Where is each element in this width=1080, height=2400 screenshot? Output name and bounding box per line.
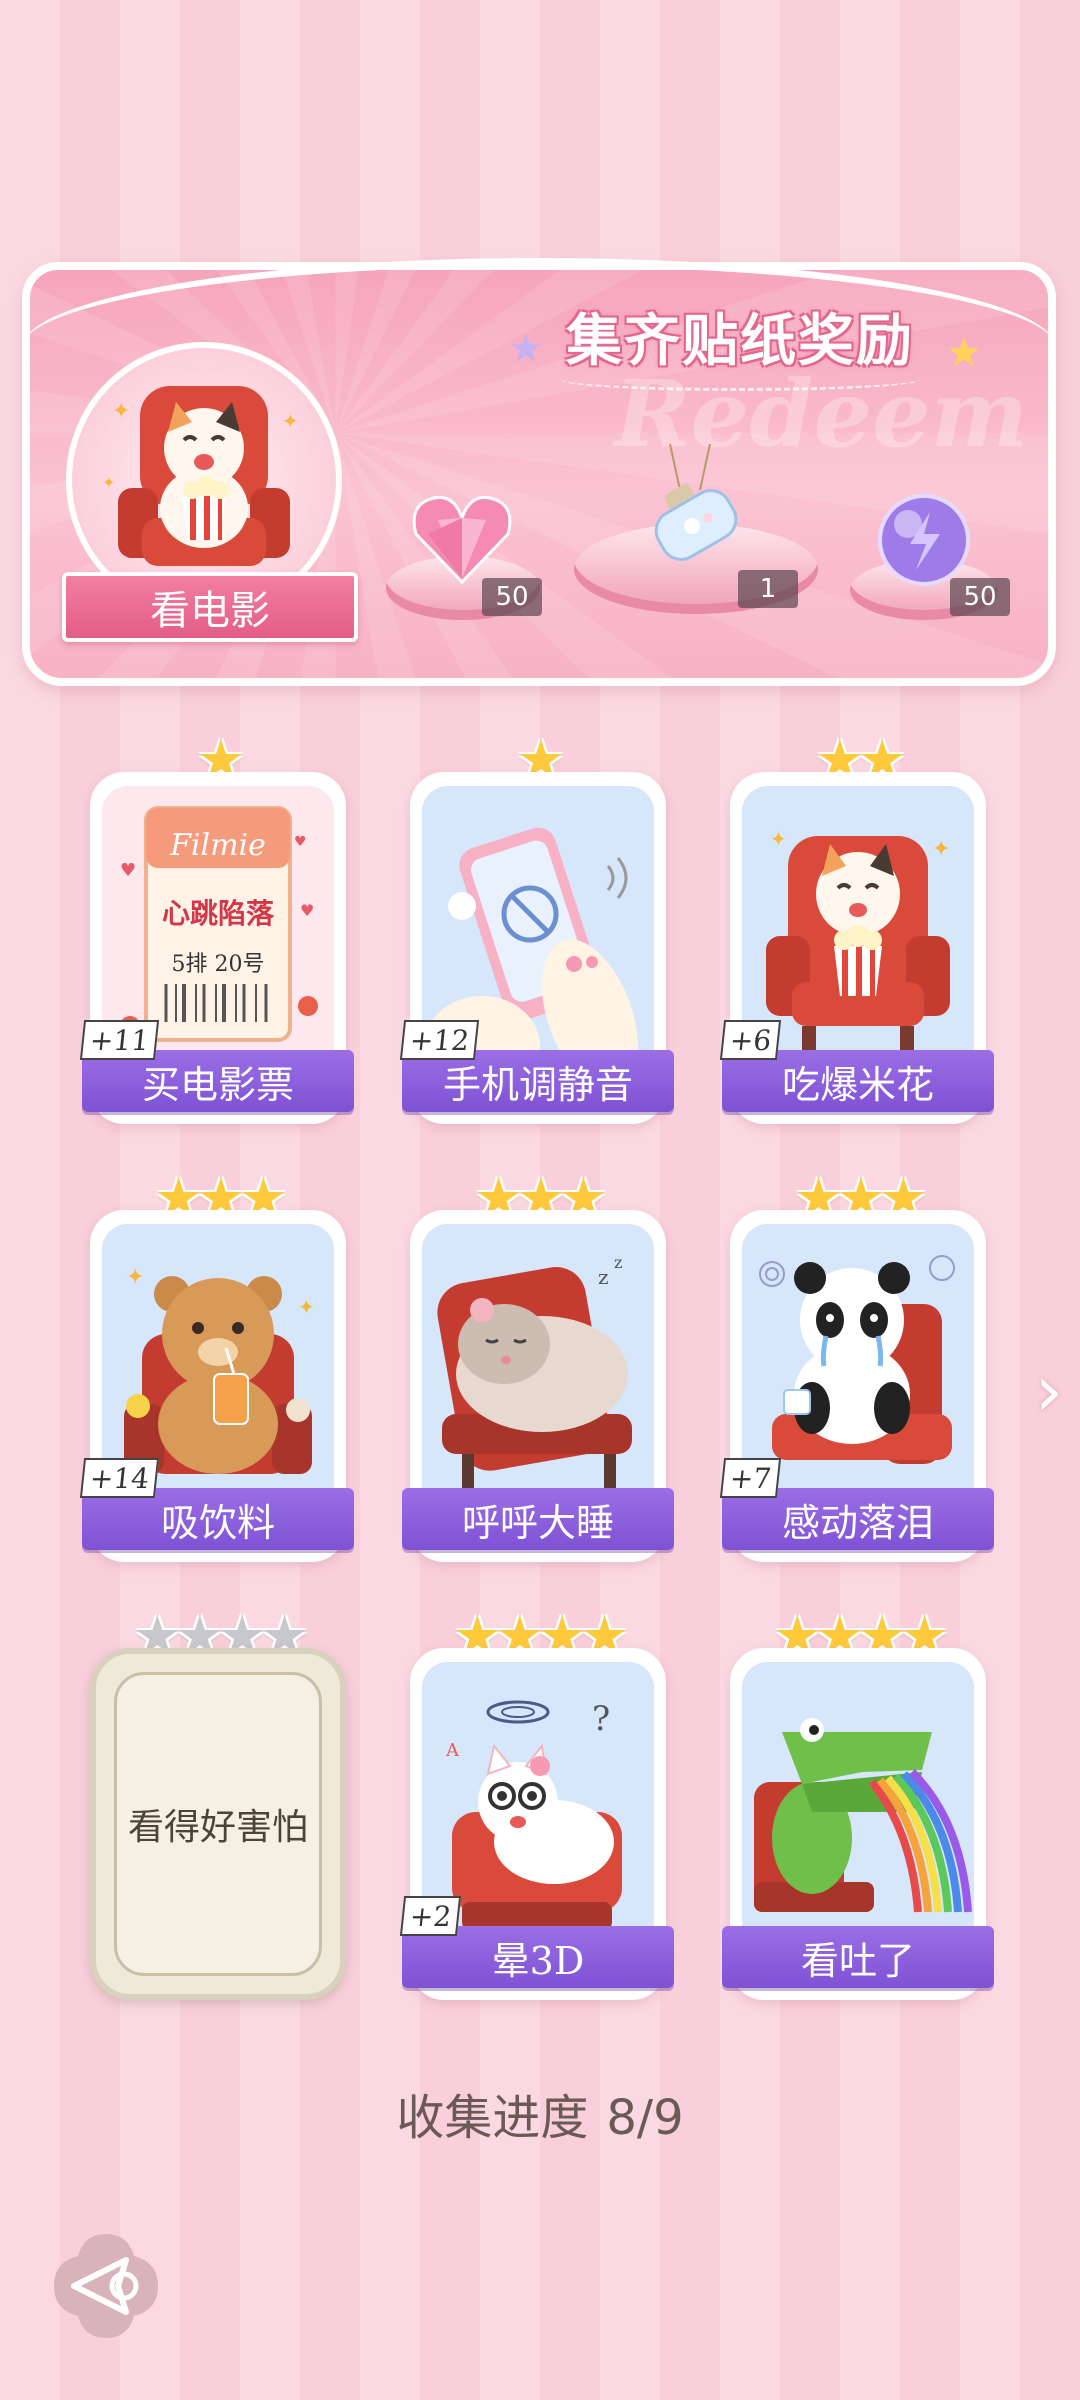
ticket-seat: 5排 20号 xyxy=(171,952,265,977)
bottle-pendant-icon[interactable] xyxy=(636,440,756,570)
svg-text:✦: ✦ xyxy=(932,837,950,862)
next-page-arrow-icon[interactable]: › xyxy=(1024,1350,1074,1432)
ticket-movie-title: 心跳陷落 xyxy=(161,897,274,930)
purple-star-icon: ★ xyxy=(508,326,544,372)
plus-count-tag: +2 xyxy=(399,1896,462,1936)
hamster-sleep-art: z z xyxy=(422,1224,654,1522)
collection-progress: 收集进度 8/9 xyxy=(0,2078,1080,2148)
sticker-label: 呼呼大睡 xyxy=(402,1488,674,1550)
progress-label: 收集进度 xyxy=(396,2090,589,2146)
svg-text:✦: ✦ xyxy=(126,1265,144,1290)
locked-card-frame: 看得好害怕 xyxy=(90,1648,346,2000)
reward-count-2: 1 xyxy=(738,570,798,608)
plus-count-tag: +11 xyxy=(79,1020,160,1060)
plus-count-tag: +14 xyxy=(79,1458,160,1498)
svg-text:z: z xyxy=(614,1253,622,1272)
sticker-card-locked-scared[interactable]: ★★★★ 看得好害怕 xyxy=(90,1606,346,2000)
ticket-brand: Filmie xyxy=(170,828,266,863)
reward-count-3: 50 xyxy=(950,578,1010,616)
svg-text:♥: ♥ xyxy=(120,860,136,881)
croc-rainbow-art xyxy=(742,1662,974,1960)
sticker-card-phone-mute[interactable]: ★ 手机调静音 +12 xyxy=(399,730,674,1124)
plus-count-tag: +12 xyxy=(399,1020,480,1060)
progress-value: 8/9 xyxy=(606,2090,684,2146)
yellow-star-icon: ★ xyxy=(946,330,982,376)
banner-title: 集齐贴纸奖励 xyxy=(566,309,914,374)
sticker-card-fast-asleep[interactable]: ★★★ z z 呼呼大睡 xyxy=(402,1168,674,1562)
sticker-card-got-sick[interactable]: ★★★★ 看吐了 xyxy=(722,1606,994,2000)
lightning-orb-icon[interactable] xyxy=(872,490,976,590)
svg-text:♥: ♥ xyxy=(294,834,307,850)
pink-heart-gem-icon[interactable] xyxy=(408,490,516,590)
svg-text:♥: ♥ xyxy=(300,901,314,920)
title-dashed-arc xyxy=(560,368,920,391)
locked-card-inner: 看得好害怕 xyxy=(114,1672,322,1976)
sticker-card-buy-ticket[interactable]: ★ ♥ ♥ ♥ Filmie 心跳陷落 5排 20号 买电影票 +11 xyxy=(79,730,354,1124)
sticker-card-eat-popcorn[interactable]: ★★ ✦ ✦ 吃爆米花 +6 xyxy=(719,730,994,1124)
sticker-card-moved-to-tears[interactable]: ★★★ 感动落泪 +7 xyxy=(719,1168,994,1562)
svg-text:z: z xyxy=(598,1265,609,1289)
svg-text:?: ? xyxy=(592,1699,610,1739)
sticker-label: 看吐了 xyxy=(722,1926,994,1988)
svg-text:A: A xyxy=(445,1740,460,1761)
svg-text:✦: ✦ xyxy=(770,827,787,851)
sticker-card-3d-dizzy[interactable]: ★★★★ ? A 晕3D +2 xyxy=(399,1606,674,2000)
svg-text:✦: ✦ xyxy=(112,399,130,424)
theme-ribbon: 看电影 xyxy=(62,572,358,642)
svg-text:✦: ✦ xyxy=(298,1295,315,1319)
theme-label: 看电影 xyxy=(150,588,270,634)
svg-text:✦: ✦ xyxy=(282,409,299,433)
svg-text:✦: ✦ xyxy=(102,473,115,492)
locked-sticker-label: 看得好害怕 xyxy=(127,1807,308,1848)
plus-count-tag: +6 xyxy=(719,1020,782,1060)
reward-count-1: 50 xyxy=(482,578,542,616)
sticker-card-sip-drink[interactable]: ★★★ ✦ ✦ 吸饮料 +14 xyxy=(79,1168,354,1562)
back-button[interactable] xyxy=(48,2228,164,2344)
plus-count-tag: +7 xyxy=(719,1458,782,1498)
